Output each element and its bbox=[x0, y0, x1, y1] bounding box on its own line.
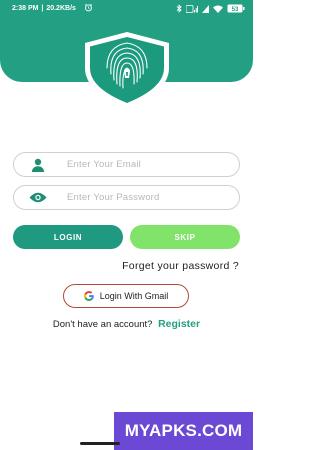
fingerprint-shield-icon bbox=[85, 32, 169, 108]
password-input[interactable] bbox=[67, 192, 227, 203]
alarm-icon bbox=[84, 3, 93, 12]
register-prompt: Don't have an account? Register bbox=[0, 318, 253, 330]
bluetooth-icon bbox=[176, 4, 182, 13]
status-clock: 2:38 PM bbox=[12, 5, 39, 12]
signal-icon bbox=[186, 4, 198, 13]
login-button[interactable]: LOGIN bbox=[13, 225, 123, 249]
battery-level: 53 bbox=[232, 7, 239, 13]
status-speed: 20.2KB/s bbox=[46, 5, 76, 12]
status-time: 2:38 PM | 20.2KB/s bbox=[12, 5, 76, 12]
email-input[interactable] bbox=[67, 159, 227, 170]
home-indicator[interactable] bbox=[80, 442, 120, 445]
gmail-login-label: Login With Gmail bbox=[99, 291, 169, 301]
status-bar: 2:38 PM | 20.2KB/s 53 bbox=[0, 0, 253, 18]
user-icon bbox=[23, 158, 53, 172]
google-icon bbox=[83, 291, 94, 301]
watermark-badge: MYAPKS.COM bbox=[114, 412, 253, 450]
forgot-password-link[interactable]: Forget your password ? bbox=[122, 260, 239, 272]
gmail-login-button[interactable]: Login With Gmail bbox=[63, 284, 189, 308]
battery-icon: 53 bbox=[227, 4, 245, 13]
register-link[interactable]: Register bbox=[158, 318, 200, 330]
password-field[interactable] bbox=[13, 185, 240, 210]
eye-icon[interactable] bbox=[23, 192, 53, 203]
signal-icon bbox=[202, 4, 209, 13]
no-account-text: Don't have an account? bbox=[52, 319, 153, 330]
skip-button[interactable]: SKIP bbox=[130, 225, 240, 249]
wifi-icon bbox=[213, 5, 223, 13]
email-field[interactable] bbox=[13, 152, 240, 177]
